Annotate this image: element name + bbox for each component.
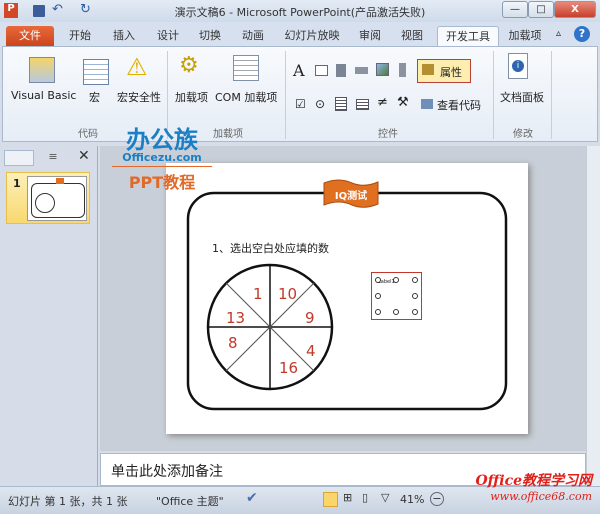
title-bar: P ↶ ↻ 演示文稿6 - Microsoft PowerPoint(产品激活失… bbox=[0, 0, 600, 22]
tab-design[interactable]: 设计 bbox=[150, 26, 186, 47]
collapse-ribbon-icon[interactable]: ▵ bbox=[556, 28, 561, 39]
bottom-watermark-brand: Office教程学习网 bbox=[475, 473, 592, 489]
document-panel-button[interactable]: 文档面板 bbox=[500, 89, 544, 105]
macro-security-button[interactable]: 宏安全性 bbox=[117, 89, 161, 105]
document-panel-icon: i bbox=[508, 53, 528, 79]
wheel-number: 8 bbox=[228, 334, 238, 352]
spinbutton-control-icon[interactable] bbox=[336, 64, 346, 77]
badge-text: IQ测试 bbox=[334, 191, 368, 202]
properties-label: 属性 bbox=[440, 66, 462, 79]
visual-basic-button[interactable]: Visual Basic bbox=[11, 89, 76, 102]
view-code-button[interactable]: 查看代码 bbox=[437, 97, 481, 113]
addins-button[interactable]: 加载项 bbox=[175, 89, 208, 105]
tab-view[interactable]: 视图 bbox=[394, 26, 430, 47]
warning-icon: ⚠ bbox=[126, 53, 148, 81]
reading-view-button[interactable]: ▯ bbox=[362, 491, 368, 504]
zoom-out-button[interactable]: − bbox=[430, 492, 444, 506]
slide-sorter-button[interactable]: ⊞ bbox=[343, 491, 352, 504]
wheel-number: 1 bbox=[253, 285, 263, 303]
slides-tab[interactable] bbox=[4, 150, 34, 166]
visual-basic-icon bbox=[29, 57, 55, 83]
watermark-logo: 办公族 Officezu.com PPT教程 bbox=[112, 120, 212, 193]
group-label-controls: 控件 bbox=[378, 129, 398, 140]
group-label-modify: 修改 bbox=[513, 129, 533, 140]
vertical-scrollbar[interactable] bbox=[586, 146, 600, 486]
checkbox-control-icon[interactable]: ☑ bbox=[295, 97, 306, 111]
minimize-button[interactable]: — bbox=[502, 1, 528, 18]
watermark-ppt: PPT教程 bbox=[128, 173, 196, 192]
theme-name[interactable]: "Office 主题" bbox=[156, 493, 224, 509]
watermark-site: Officezu.com bbox=[122, 151, 202, 164]
tab-addins[interactable]: 加载项 bbox=[503, 26, 547, 47]
ribbon-tabs: 文件 开始 插入 设计 切换 动画 幻灯片放映 审阅 视图 开发工具 加载项 ▵… bbox=[0, 22, 600, 47]
group-label-addins: 加载项 bbox=[213, 129, 243, 140]
selection-handles[interactable] bbox=[372, 273, 423, 321]
help-icon[interactable]: ? bbox=[574, 26, 590, 42]
radio-control-icon[interactable]: ⊙ bbox=[315, 97, 325, 111]
tab-file[interactable]: 文件 bbox=[6, 26, 54, 47]
zoom-level[interactable]: 41% bbox=[400, 493, 424, 506]
properties-icon bbox=[422, 64, 434, 75]
bottom-watermark-site: www.office68.com bbox=[490, 490, 592, 503]
divider bbox=[551, 51, 552, 139]
bottom-watermark: Office教程学习网 www.office68.com bbox=[452, 470, 592, 503]
slide-graphics: 1 10 13 9 8 4 16 bbox=[186, 179, 508, 411]
close-pane-icon[interactable]: ✕ bbox=[78, 148, 90, 164]
com-addins-icon bbox=[233, 55, 259, 81]
more-controls-icon[interactable]: ⚒ bbox=[397, 95, 409, 110]
wheel-number: 13 bbox=[226, 309, 245, 327]
question-text: 1、选出空白处应填的数 bbox=[212, 242, 329, 255]
group-label-code: 代码 bbox=[78, 129, 98, 140]
normal-view-button[interactable] bbox=[323, 492, 338, 507]
toggle-control-icon[interactable]: ≠ bbox=[377, 95, 388, 110]
scrollbar-control-icon[interactable] bbox=[399, 63, 406, 77]
label-control-icon[interactable]: A bbox=[293, 61, 305, 80]
textbox-control-icon[interactable] bbox=[315, 65, 328, 76]
listbox-control-icon[interactable] bbox=[356, 99, 369, 110]
com-addins-button[interactable]: COM 加载项 bbox=[215, 89, 277, 105]
tab-transitions[interactable]: 切换 bbox=[192, 26, 228, 47]
slide-thumbnail bbox=[27, 176, 87, 221]
maximize-button[interactable]: □ bbox=[528, 1, 554, 18]
combobox-control-icon[interactable] bbox=[335, 97, 347, 111]
image-control-icon[interactable] bbox=[376, 63, 389, 76]
button-control-icon[interactable] bbox=[355, 67, 368, 74]
slides-pane: ≡ ✕ 1 bbox=[0, 146, 98, 486]
close-button[interactable]: X bbox=[554, 1, 596, 18]
label-control[interactable]: Label1 bbox=[371, 272, 422, 320]
ribbon: Visual Basic 宏 ⚠ 宏安全性 代码 ⚙ 加载项 COM 加载项 加… bbox=[2, 46, 598, 142]
outline-tab[interactable]: ≡ bbox=[38, 150, 68, 166]
view-code-icon bbox=[421, 99, 433, 109]
watermark-brand: 办公族 bbox=[126, 126, 198, 154]
macro-icon bbox=[83, 59, 109, 85]
notes-placeholder: 单击此处添加备注 bbox=[111, 464, 223, 480]
wheel-number: 9 bbox=[305, 309, 315, 327]
wheel-number: 16 bbox=[279, 359, 298, 377]
macro-button[interactable]: 宏 bbox=[89, 89, 100, 105]
gear-icon: ⚙ bbox=[179, 53, 199, 78]
slide-info: 幻灯片 第 1 张，共 1 张 bbox=[8, 495, 128, 508]
divider bbox=[493, 51, 494, 139]
tab-developer[interactable]: 开发工具 bbox=[437, 26, 499, 47]
pie-wheel bbox=[206, 263, 334, 391]
slide-number: 1 bbox=[13, 177, 21, 190]
tab-slideshow[interactable]: 幻灯片放映 bbox=[280, 26, 344, 47]
tab-home[interactable]: 开始 bbox=[62, 26, 98, 47]
tab-insert[interactable]: 插入 bbox=[106, 26, 142, 47]
slide-canvas[interactable]: 1 10 13 9 8 4 16 IQ测试 1、选出空白处应填的数 Label1 bbox=[166, 163, 528, 434]
wheel-number: 10 bbox=[278, 285, 297, 303]
wheel-number: 4 bbox=[306, 342, 316, 360]
properties-button[interactable]: 属性 bbox=[417, 59, 471, 83]
divider bbox=[285, 51, 286, 139]
tab-animations[interactable]: 动画 bbox=[235, 26, 271, 47]
slide-thumbnail-selected[interactable]: 1 bbox=[6, 172, 90, 224]
spell-check-icon[interactable]: ✔ bbox=[246, 490, 258, 506]
slideshow-button[interactable]: ▽ bbox=[381, 491, 389, 504]
tab-review[interactable]: 审阅 bbox=[352, 26, 388, 47]
